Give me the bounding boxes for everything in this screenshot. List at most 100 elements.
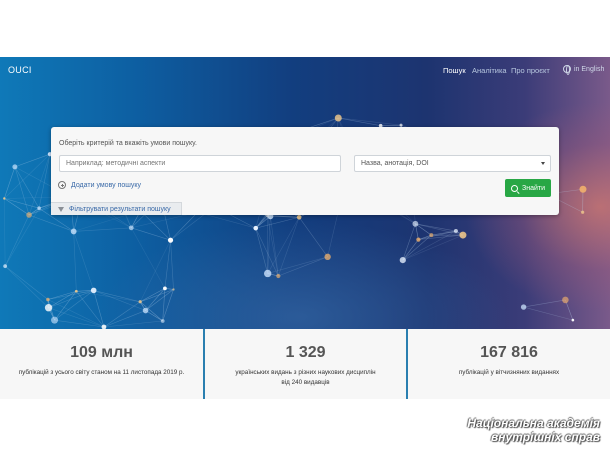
- network-line: [4, 198, 40, 209]
- network-node: [128, 225, 134, 231]
- network-line: [76, 291, 105, 328]
- stat-value: 109 млн: [70, 344, 133, 361]
- search-query-input[interactable]: [59, 155, 341, 172]
- network-line: [4, 214, 30, 267]
- globe-icon: [563, 65, 571, 75]
- network-node: [12, 164, 18, 170]
- network-node: [276, 273, 281, 279]
- network-line: [4, 265, 49, 300]
- page: OUCI Пошук Аналітика Про проєкт in Engli…: [0, 0, 610, 457]
- network-line: [278, 217, 300, 277]
- network-node: [167, 237, 174, 243]
- network-node: [253, 225, 259, 231]
- find-button[interactable]: Знайти: [505, 179, 551, 197]
- network-node: [263, 269, 272, 278]
- plus-circle-icon: [58, 181, 66, 189]
- network-line: [48, 290, 77, 308]
- search-field-value: Назва, анотація, DOI: [361, 160, 429, 167]
- language-label: in English: [574, 65, 605, 73]
- network-line: [338, 117, 402, 126]
- network-node: [142, 307, 149, 314]
- network-line: [93, 290, 146, 311]
- stat-domestic-publications: 167 816 публікацій у вітчизняних видання…: [406, 329, 610, 399]
- stat-label: українських видань з різних наукових дис…: [235, 369, 376, 386]
- network-line: [73, 227, 132, 232]
- network-line: [267, 217, 300, 274]
- network-line: [278, 256, 328, 277]
- network-line: [54, 290, 94, 321]
- network-line: [103, 310, 146, 328]
- network-node: [160, 319, 165, 323]
- stat-value: 1 329: [285, 344, 326, 361]
- nav-item-about[interactable]: Про проєкт: [511, 66, 550, 75]
- add-condition-link[interactable]: Додати умову пошуку: [58, 181, 141, 189]
- filter-results-toggle[interactable]: Фільтрувати результати пошуку: [51, 202, 182, 215]
- funnel-icon: [58, 206, 64, 212]
- filter-results-label: Фільтрувати результати пошуку: [69, 205, 171, 213]
- network-node: [138, 300, 142, 304]
- network-node: [163, 286, 167, 291]
- stat-label: публікацій у вітчизняних виданнях: [458, 369, 560, 376]
- network-line: [140, 210, 171, 241]
- network-node: [324, 253, 331, 261]
- network-line: [47, 290, 77, 300]
- network-line: [380, 124, 402, 127]
- brand-logo[interactable]: OUCI: [8, 65, 32, 75]
- network-node: [334, 114, 342, 122]
- add-condition-label: Додати умову пошуку: [71, 181, 142, 189]
- network-line: [145, 288, 166, 311]
- network-line: [415, 223, 456, 232]
- network-line: [4, 208, 40, 267]
- search-field-select[interactable]: Назва, анотація, DOI: [354, 155, 551, 172]
- network-line: [14, 166, 30, 216]
- network-line: [145, 310, 163, 322]
- network-line: [523, 306, 573, 321]
- network-node: [579, 185, 587, 193]
- network-node: [412, 220, 419, 227]
- network-line: [93, 290, 141, 303]
- stats-bar: 109 млн публікацій з усього світу станом…: [0, 329, 610, 399]
- watermark-line-1: Національна академія: [467, 416, 600, 430]
- network-line: [103, 301, 141, 328]
- network-line: [4, 153, 51, 199]
- language-switch[interactable]: in English: [563, 65, 605, 75]
- network-node: [453, 229, 458, 234]
- network-line: [402, 234, 464, 261]
- network-line: [4, 198, 30, 216]
- network-line: [4, 265, 49, 308]
- nav-item-analytics[interactable]: Аналітика: [472, 66, 507, 75]
- network-node: [172, 288, 175, 291]
- network-node: [581, 210, 585, 214]
- network-node: [37, 206, 41, 211]
- network-node: [90, 287, 97, 294]
- network-node: [296, 214, 302, 220]
- network-node: [3, 264, 8, 269]
- network-node: [3, 197, 6, 200]
- network-line: [170, 240, 174, 290]
- network-node: [416, 237, 421, 242]
- search-icon: [510, 184, 518, 192]
- stat-label: публікацій з усього світу станом на 11 л…: [18, 369, 185, 376]
- network-node: [459, 231, 467, 239]
- network-line: [170, 212, 198, 241]
- network-node: [399, 257, 406, 264]
- network-line: [255, 228, 268, 274]
- caret-down-icon: [541, 162, 545, 165]
- search-panel: Оберіть критерій та вкажіть умови пошуку…: [51, 127, 559, 215]
- network-line: [3, 198, 6, 267]
- network-node: [44, 304, 53, 312]
- network-line: [28, 214, 74, 232]
- network-node: [26, 212, 32, 218]
- nav-item-search[interactable]: Пошук: [443, 66, 466, 75]
- network-node: [429, 233, 434, 238]
- network-node: [520, 304, 527, 310]
- network-node: [562, 296, 569, 304]
- network-node: [74, 289, 78, 293]
- network-line: [54, 291, 77, 321]
- network-line: [73, 231, 77, 292]
- stat-publications-world: 109 млн публікацій з усього світу станом…: [0, 329, 203, 399]
- network-node: [571, 318, 575, 322]
- network-line: [93, 290, 105, 328]
- network-node: [70, 228, 77, 235]
- network-line: [145, 289, 174, 311]
